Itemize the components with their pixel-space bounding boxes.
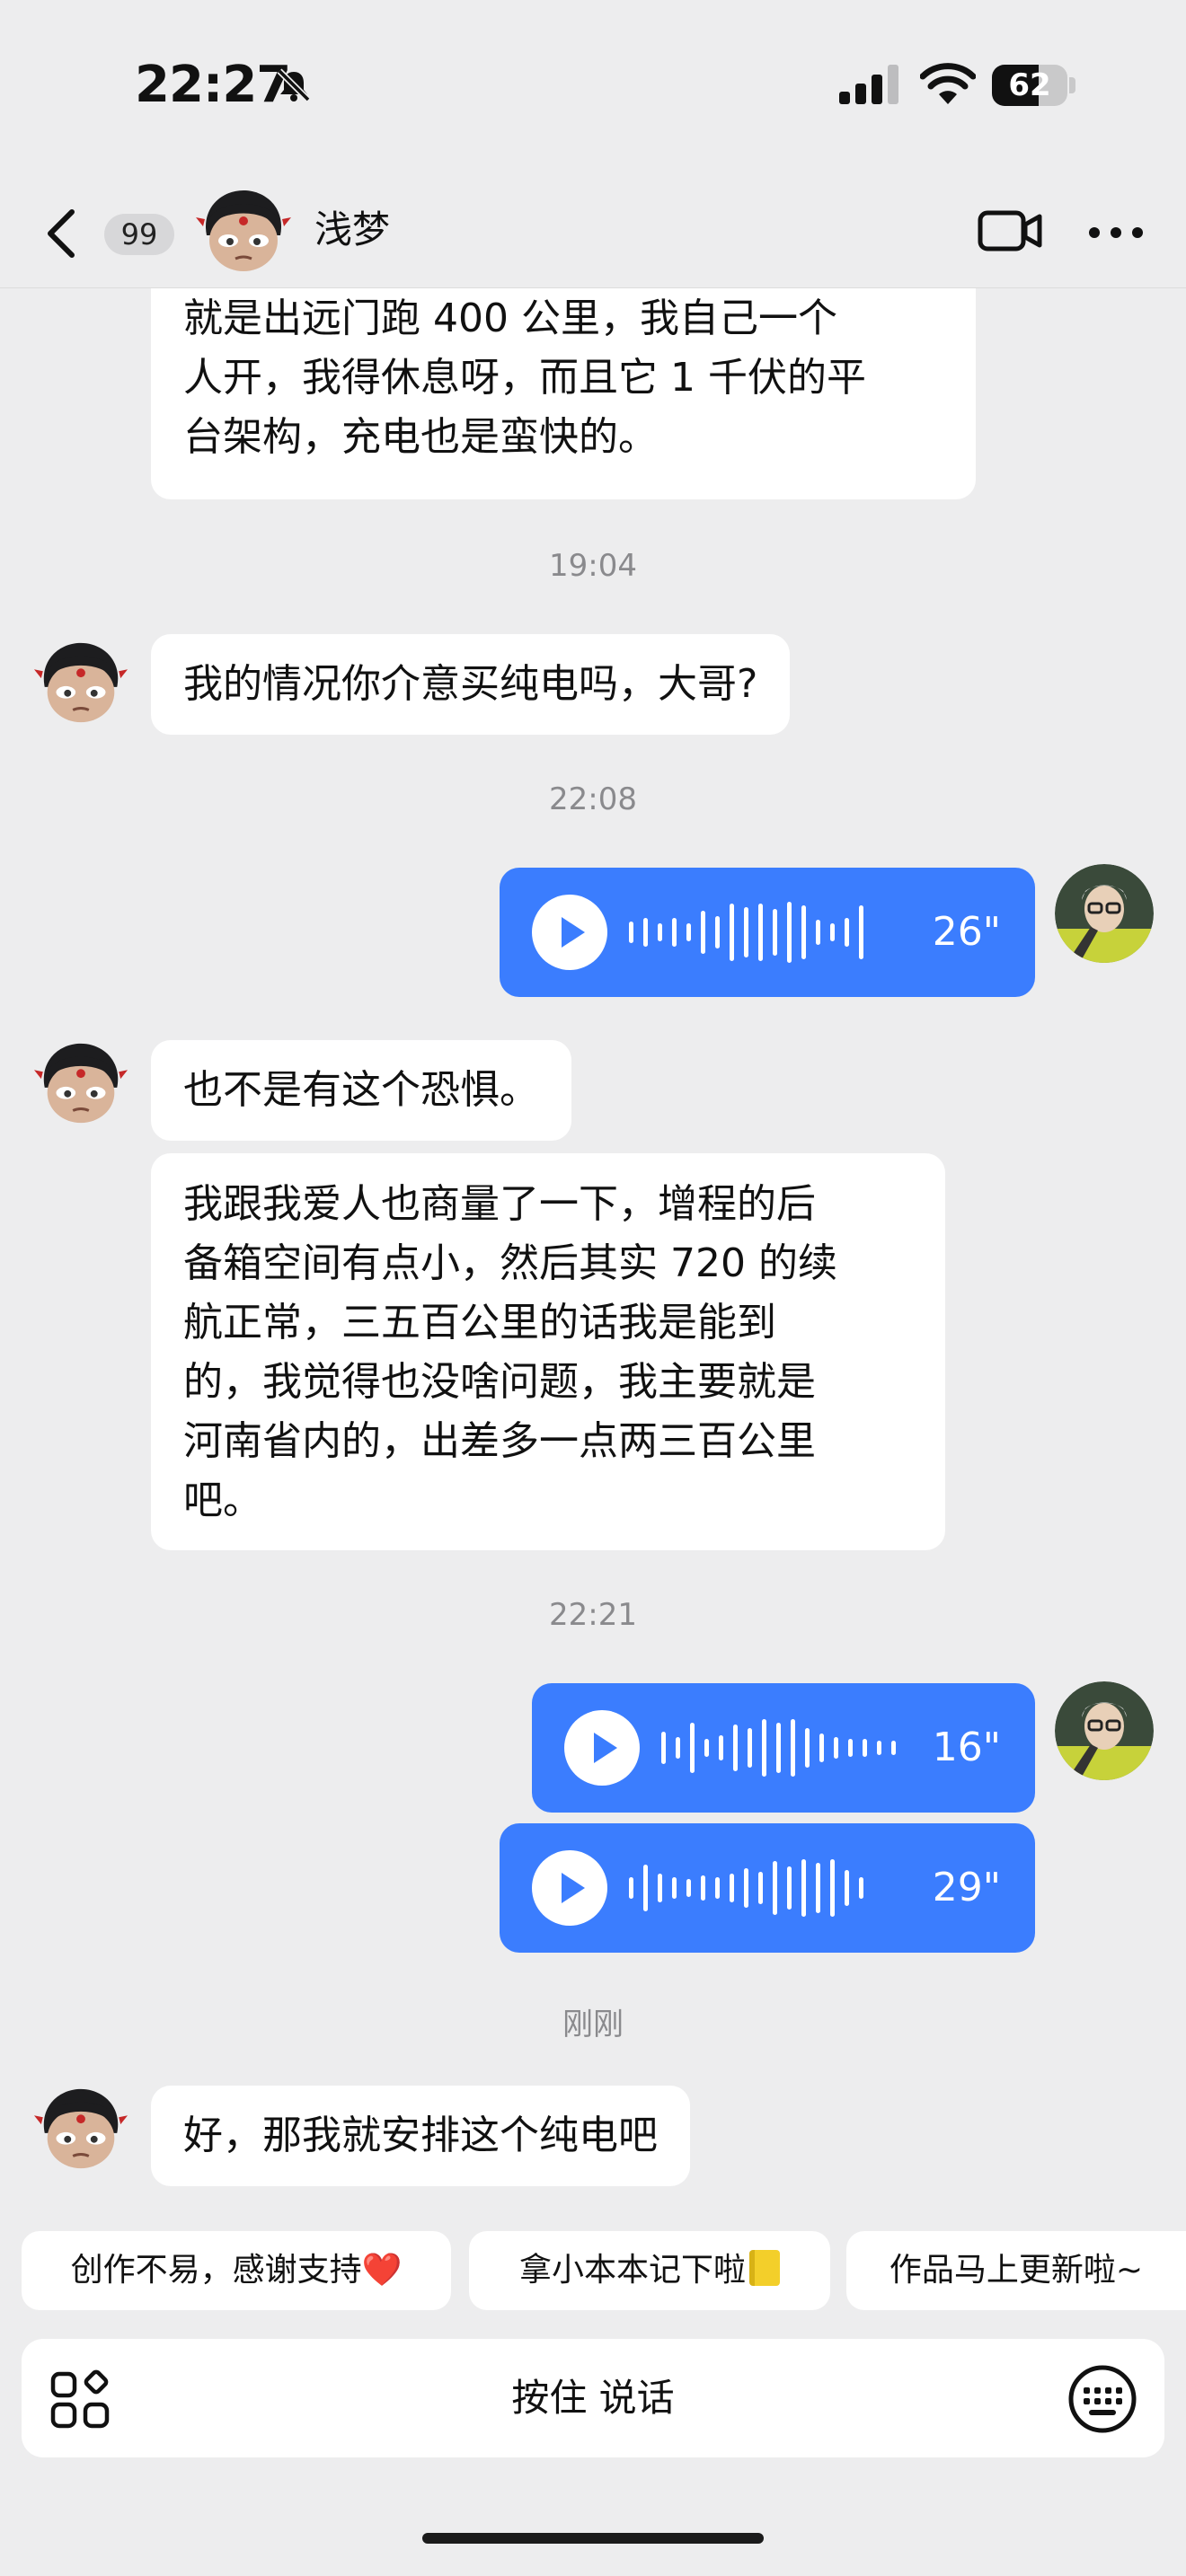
input-bar: 按住 说话 [22,2339,1164,2457]
more-dots-icon[interactable] [1087,223,1145,243]
voice-duration: 29" [932,1865,1001,1910]
chat-header: 99 浅梦 [0,176,1186,288]
contact-avatar[interactable] [32,634,129,731]
voice-waveform [661,1719,896,1777]
message-bubble-received: 就是出远门跑 400 公里，我自己一个 人开，我得休息呀，而且它 1 千伏的平 … [151,287,976,499]
timestamp: 22:21 [549,1597,637,1633]
voice-message-sent[interactable]: 29" [500,1823,1035,1953]
timestamp: 22:08 [549,781,637,817]
timestamp: 19:04 [549,548,637,584]
voice-waveform [629,902,863,963]
hold-to-talk-button[interactable]: 按住 说话 [22,2339,1164,2457]
signal-icon [839,65,898,104]
contact-avatar[interactable] [194,181,293,280]
apps-grid-icon[interactable] [50,2369,111,2430]
play-icon[interactable] [564,1710,640,1786]
battery-percent: 62 [1008,67,1051,103]
my-avatar[interactable] [1055,864,1154,963]
my-avatar[interactable] [1055,1681,1154,1780]
battery-indicator: 62 [992,65,1076,106]
heart-icon: ❤️ [361,2252,403,2289]
voice-waveform [629,1859,863,1917]
contact-avatar[interactable] [32,1035,129,1132]
unread-badge[interactable]: 99 [104,214,174,255]
message-bubble-received: 我的情况你介意买纯电吗，大哥? [151,634,791,735]
wifi-icon [920,63,976,104]
home-indicator [422,2533,764,2544]
chevron-left-icon[interactable] [41,207,81,260]
message-bubble-received: 我跟我爱人也商量了一下，增程的后 备箱空间有点小，然后其实 720 的续 航正常… [151,1153,945,1550]
voice-message-sent[interactable]: 16" [532,1683,1035,1813]
play-icon[interactable] [532,1850,607,1926]
notebook-icon [749,2250,780,2286]
quick-reply-notebook[interactable]: 拿小本本记下啦 [469,2231,830,2310]
video-camera-icon[interactable] [978,208,1042,253]
quick-reply-update[interactable]: 作品马上更新啦~ [846,2231,1186,2310]
voice-duration: 26" [932,909,1001,955]
voice-message-sent[interactable]: 26" [500,868,1035,997]
message-list[interactable]: 就是出远门跑 400 公里，我自己一个 人开，我得休息呀，而且它 1 千伏的平 … [0,287,1186,2231]
timestamp: 刚刚 [562,2007,624,2042]
quick-reply-thanks[interactable]: 创作不易，感谢支持❤️ [22,2231,451,2310]
contact-avatar[interactable] [32,2080,129,2177]
play-icon[interactable] [532,895,607,970]
voice-duration: 16" [932,1725,1001,1770]
status-time: 22:27 [135,56,291,114]
keyboard-icon[interactable] [1067,2364,1137,2434]
bell-slash-icon [277,68,311,102]
message-bubble-received: 好，那我就安排这个纯电吧 [151,2086,690,2186]
contact-name: 浅梦 [314,207,391,251]
message-bubble-received: 也不是有这个恐惧。 [151,1040,571,1141]
